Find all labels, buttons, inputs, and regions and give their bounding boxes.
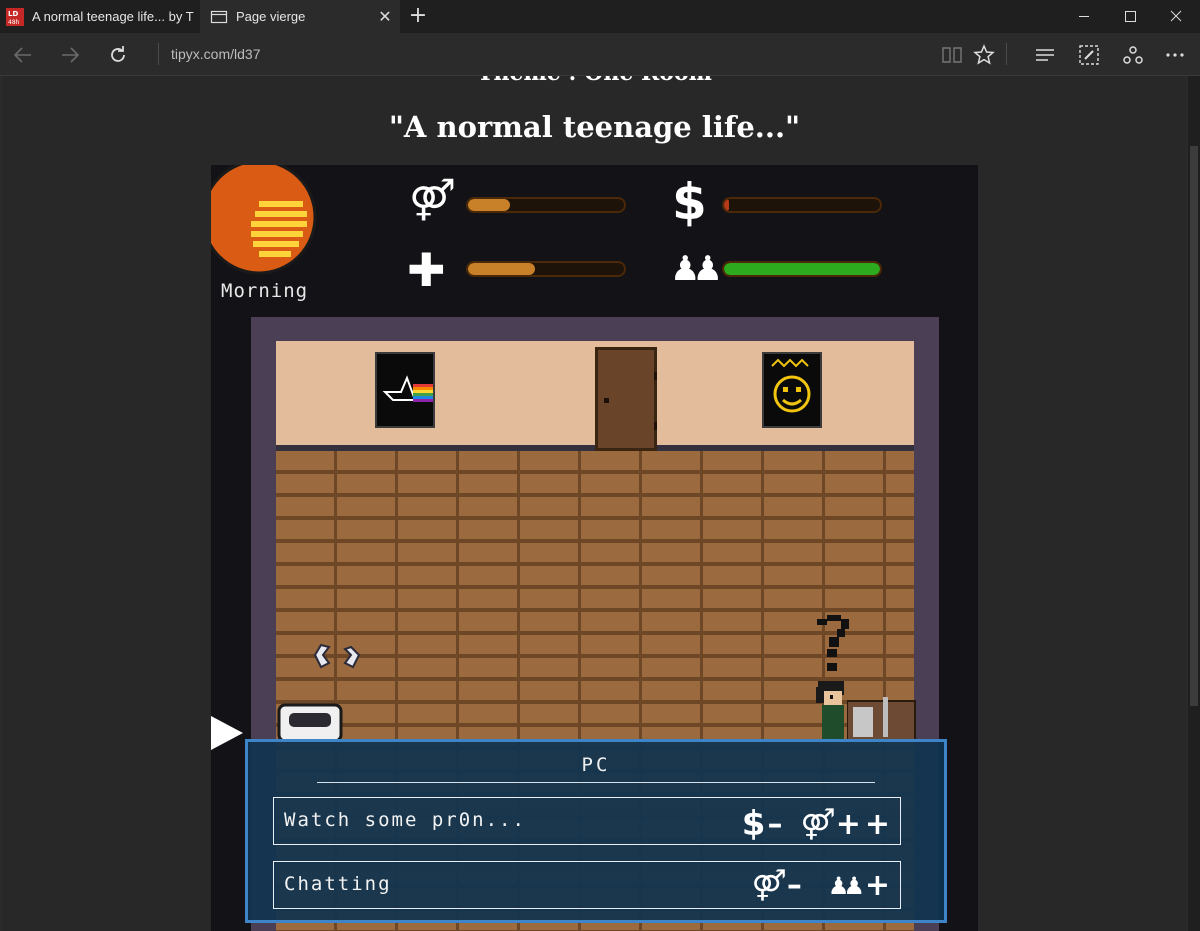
maximize-icon [1125, 11, 1136, 22]
page-viewport: Theme : One Room "A normal teenage life.… [2, 76, 1187, 931]
minus-icon: – [786, 868, 802, 903]
close-tab-icon[interactable]: ✕ [370, 7, 400, 27]
option-effects: ⚤ – ♟♟ + [752, 868, 890, 903]
back-button[interactable] [0, 33, 46, 76]
minus-icon: – [767, 806, 783, 842]
door-hinge [654, 372, 657, 380]
share-button[interactable] [1110, 33, 1156, 76]
smiley-poster[interactable] [762, 352, 822, 428]
friends-icon: ♟♟ [670, 249, 723, 289]
tab-game[interactable]: LD 48h A normal teenage life... by T [0, 0, 199, 33]
libido-bar [466, 197, 626, 213]
refresh-icon [111, 45, 125, 62]
friends-icon: ♟♟ [827, 871, 865, 900]
scrollbar-thumb[interactable] [1190, 146, 1198, 706]
prism-poster[interactable] [375, 352, 435, 428]
page-scrollbar[interactable] [1188, 76, 1200, 931]
close-window-button[interactable] [1153, 0, 1199, 33]
prism-icon [382, 375, 433, 402]
minimize-icon [1079, 16, 1089, 17]
more-dots-icon [1166, 52, 1184, 57]
sun-icon [211, 165, 317, 275]
door-hinge [654, 422, 657, 430]
money-bar [722, 197, 882, 213]
hub-lines-icon [1036, 48, 1054, 61]
option-watch[interactable]: Watch some pr0n... $ – ⚤ + + [273, 797, 901, 845]
nirvana-smiley-icon [771, 358, 811, 413]
option-chatting[interactable]: Chatting ⚤ – ♟♟ + [273, 861, 901, 909]
minimize-button[interactable] [1061, 0, 1107, 33]
game-canvas[interactable]: Morning ⚤ ✚ $ ♟♟ PC Watch some pr0n... $… [211, 165, 978, 931]
svg-text:LD: LD [8, 10, 18, 18]
address-input[interactable]: tipyx.com/ld37 [158, 43, 260, 65]
forward-button[interactable] [47, 33, 93, 76]
money-icon: $ [741, 804, 766, 844]
pen-note-icon [1079, 44, 1099, 65]
dialog-divider [317, 782, 875, 783]
tab-title: A normal teenage life... by T [32, 9, 194, 24]
close-icon [1170, 10, 1182, 22]
svg-text:48h: 48h [8, 19, 20, 26]
desk-furniture[interactable] [847, 697, 917, 741]
game-title: "A normal teenage life..." [388, 110, 801, 144]
ld48-favicon: LD 48h [6, 7, 24, 26]
gender-icon: ⚤ [800, 806, 836, 842]
option-label: Chatting [284, 873, 392, 895]
gender-icon: ⚤ [751, 868, 787, 903]
money-icon: $ [672, 173, 707, 231]
time-of-day-label: Morning [221, 280, 309, 302]
dialog-title: PC [581, 754, 611, 776]
health-cross-icon: ✚ [407, 243, 446, 297]
health-bar [466, 261, 626, 277]
tab-blank[interactable]: Page vierge ✕ [200, 0, 400, 33]
selection-cursor-icon [211, 716, 243, 750]
door-knob [604, 398, 609, 403]
more-button[interactable] [1152, 33, 1198, 76]
new-tab-button[interactable]: + [404, 0, 432, 33]
web-note-button[interactable] [1066, 33, 1112, 76]
gender-icon: ⚤ [409, 177, 456, 223]
plus-icon: + [864, 806, 890, 842]
maximize-button[interactable] [1107, 0, 1153, 33]
toolbar-divider [1006, 43, 1007, 65]
address-bar-area: tipyx.com/ld37 [0, 33, 1200, 76]
favorite-button[interactable] [961, 33, 1007, 76]
gamepad-icon[interactable] [311, 637, 367, 677]
option-label: Watch some pr0n... [284, 809, 526, 831]
room-door[interactable] [595, 347, 657, 451]
forward-arrow-icon [62, 46, 80, 63]
page-icon [210, 10, 228, 23]
theme-heading: Theme : One Room [2, 76, 1187, 86]
option-effects: $ – ⚤ + + [742, 804, 890, 844]
pc-monitor-object[interactable] [277, 703, 345, 743]
refresh-button[interactable] [95, 33, 141, 76]
question-mark-icon [817, 615, 849, 671]
browser-titlebar: LD 48h A normal teenage life... by T Pag… [0, 0, 1200, 33]
share-icon [1123, 45, 1143, 64]
hub-button[interactable] [1022, 33, 1068, 76]
star-icon [973, 43, 995, 65]
social-bar [722, 261, 882, 277]
back-arrow-icon [13, 46, 31, 63]
action-dialog: PC Watch some pr0n... $ – ⚤ + + Chatting… [245, 739, 947, 923]
plus-icon: + [835, 806, 861, 842]
plus-icon: + [864, 868, 890, 903]
tab-title: Page vierge [236, 9, 306, 24]
